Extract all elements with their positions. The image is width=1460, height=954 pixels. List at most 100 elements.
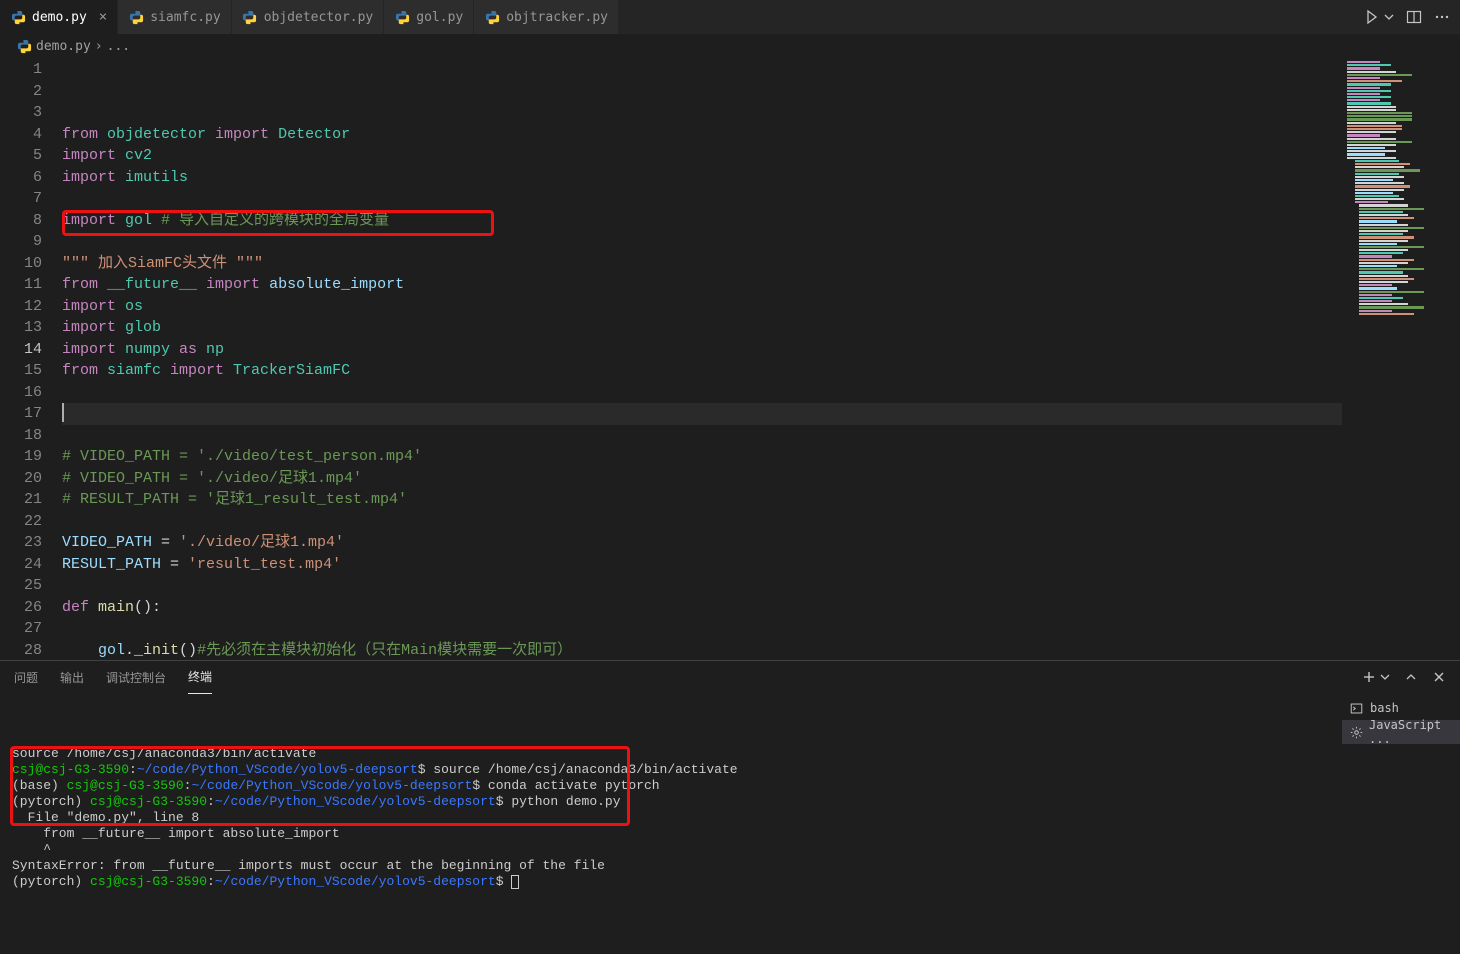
terminal-line: (base) csj@csj-G3-3590:~/code/Python_VSc… xyxy=(12,778,1330,794)
minimap-line xyxy=(1347,102,1391,104)
code-line-16[interactable]: # VIDEO_PATH = './video/test_person.mp4' xyxy=(62,446,1342,468)
run-dropdown-icon[interactable] xyxy=(1384,9,1394,25)
code-line-10[interactable]: import glob xyxy=(62,317,1342,339)
minimap-line xyxy=(1347,122,1396,124)
code-line-2[interactable]: import cv2 xyxy=(62,145,1342,167)
code-content[interactable]: from objdetector import Detectorimport c… xyxy=(62,57,1342,660)
minimap-line xyxy=(1359,306,1424,308)
close-icon[interactable]: × xyxy=(99,9,107,25)
terminal-line: csj@csj-G3-3590:~/code/Python_VScode/yol… xyxy=(12,762,1330,778)
breadcrumb-file[interactable]: demo.py xyxy=(36,39,91,54)
terminal[interactable]: source /home/csj/anaconda3/bin/activatec… xyxy=(0,694,1342,954)
minimap-line xyxy=(1359,211,1403,213)
code-line-17[interactable]: # VIDEO_PATH = './video/足球1.mp4' xyxy=(62,468,1342,490)
minimap-line xyxy=(1359,252,1403,254)
code-line-18[interactable]: # RESULT_PATH = '足球1_result_test.mp4' xyxy=(62,489,1342,511)
more-icon[interactable] xyxy=(1434,9,1450,25)
minimap-line xyxy=(1355,169,1420,171)
panel-tab-problems[interactable]: 问题 xyxy=(14,661,38,694)
minimap-line xyxy=(1347,109,1396,111)
split-editor-icon[interactable] xyxy=(1406,9,1422,25)
code-line-15[interactable] xyxy=(62,425,1342,447)
code-line-21[interactable]: RESULT_PATH = 'result_test.mp4' xyxy=(62,554,1342,576)
minimap[interactable] xyxy=(1342,57,1460,660)
terminal-line: SyntaxError: from __future__ imports mus… xyxy=(12,858,1330,874)
code-line-5[interactable]: import gol # 导入自定义的跨模块的全局变量 xyxy=(62,210,1342,232)
code-line-23[interactable]: def main(): xyxy=(62,597,1342,619)
breadcrumb[interactable]: demo.py › ... xyxy=(0,35,1460,57)
minimap-line xyxy=(1359,204,1408,206)
code-line-3[interactable]: import imutils xyxy=(62,167,1342,189)
terminal-line: (pytorch) csj@csj-G3-3590:~/code/Python_… xyxy=(12,794,1330,810)
minimap-line xyxy=(1347,153,1385,155)
code-line-19[interactable] xyxy=(62,511,1342,533)
line-number: 1 xyxy=(0,59,42,81)
code-line-11[interactable]: import numpy as np xyxy=(62,339,1342,361)
python-file-icon xyxy=(242,9,258,25)
terminal-sidebar-item[interactable]: JavaScript ... xyxy=(1342,720,1460,744)
editor-tab-objdetector-py[interactable]: objdetector.py xyxy=(232,0,385,34)
minimap-line xyxy=(1355,201,1388,203)
panel-tab-output[interactable]: 输出 xyxy=(60,661,84,694)
panel-tab-terminal[interactable]: 终端 xyxy=(188,660,212,694)
code-line-1[interactable]: from objdetector import Detector xyxy=(62,124,1342,146)
bottom-panel: 问题 输出 调试控制台 终端 source /home/csj/anaconda… xyxy=(0,660,1460,954)
line-number: 8 xyxy=(0,210,42,232)
panel-actions xyxy=(1362,670,1446,684)
line-number: 15 xyxy=(0,360,42,382)
minimap-line xyxy=(1347,138,1396,140)
minimap-line xyxy=(1347,157,1396,159)
line-number: 14 xyxy=(0,339,42,361)
tab-label: demo.py xyxy=(32,10,87,25)
minimap-line xyxy=(1359,275,1408,277)
python-file-icon xyxy=(484,9,500,25)
line-number: 12 xyxy=(0,296,42,318)
editor-tab-siamfc-py[interactable]: siamfc.py xyxy=(118,0,231,34)
minimap-line xyxy=(1355,198,1404,200)
minimap-line xyxy=(1359,281,1408,283)
terminal-dropdown-icon[interactable] xyxy=(1380,670,1390,684)
minimap-line xyxy=(1347,80,1402,82)
editor-tab-objtracker-py[interactable]: objtracker.py xyxy=(474,0,619,34)
close-panel-icon[interactable] xyxy=(1432,670,1446,684)
new-terminal-icon[interactable] xyxy=(1362,670,1376,684)
line-number: 17 xyxy=(0,403,42,425)
code-line-4[interactable] xyxy=(62,188,1342,210)
code-line-24[interactable] xyxy=(62,618,1342,640)
minimap-line xyxy=(1355,163,1410,165)
code-line-22[interactable] xyxy=(62,575,1342,597)
minimap-line xyxy=(1347,93,1380,95)
code-line-8[interactable]: from __future__ import absolute_import xyxy=(62,274,1342,296)
code-line-14[interactable] xyxy=(62,403,1342,425)
minimap-line xyxy=(1347,150,1396,152)
panel-tab-debug[interactable]: 调试控制台 xyxy=(106,661,166,694)
minimap-line xyxy=(1355,185,1410,187)
terminal-sidebar-item[interactable]: bash xyxy=(1342,696,1460,720)
code-line-13[interactable] xyxy=(62,382,1342,404)
minimap-line xyxy=(1359,224,1408,226)
code-line-9[interactable]: import os xyxy=(62,296,1342,318)
code-line-12[interactable]: from siamfc import TrackerSiamFC xyxy=(62,360,1342,382)
code-line-6[interactable] xyxy=(62,231,1342,253)
line-number: 27 xyxy=(0,618,42,640)
minimap-line xyxy=(1359,236,1414,238)
minimap-line xyxy=(1359,287,1397,289)
code-line-20[interactable]: VIDEO_PATH = './video/足球1.mp4' xyxy=(62,532,1342,554)
editor-tab-gol-py[interactable]: gol.py xyxy=(384,0,474,34)
minimap-line xyxy=(1347,118,1412,120)
code-editor[interactable]: 1234567891011121314151617181920212223242… xyxy=(0,57,1342,660)
line-number: 6 xyxy=(0,167,42,189)
line-number: 13 xyxy=(0,317,42,339)
code-line-25[interactable]: gol._init()#先必须在主模块初始化（只在Main模块需要一次即可） xyxy=(62,640,1342,661)
breadcrumb-more[interactable]: ... xyxy=(107,39,130,54)
run-icon[interactable] xyxy=(1364,9,1380,25)
editor-tab-demo-py[interactable]: demo.py × xyxy=(0,0,118,34)
code-line-7[interactable]: """ 加入SiamFC头文件 """ xyxy=(62,253,1342,275)
minimap-line xyxy=(1347,128,1402,130)
maximize-panel-icon[interactable] xyxy=(1404,670,1418,684)
line-number: 19 xyxy=(0,446,42,468)
tab-bar-spacer xyxy=(619,0,1354,34)
minimap-line xyxy=(1347,141,1412,143)
minimap-line xyxy=(1359,303,1408,305)
tab-label: objtracker.py xyxy=(506,10,608,25)
